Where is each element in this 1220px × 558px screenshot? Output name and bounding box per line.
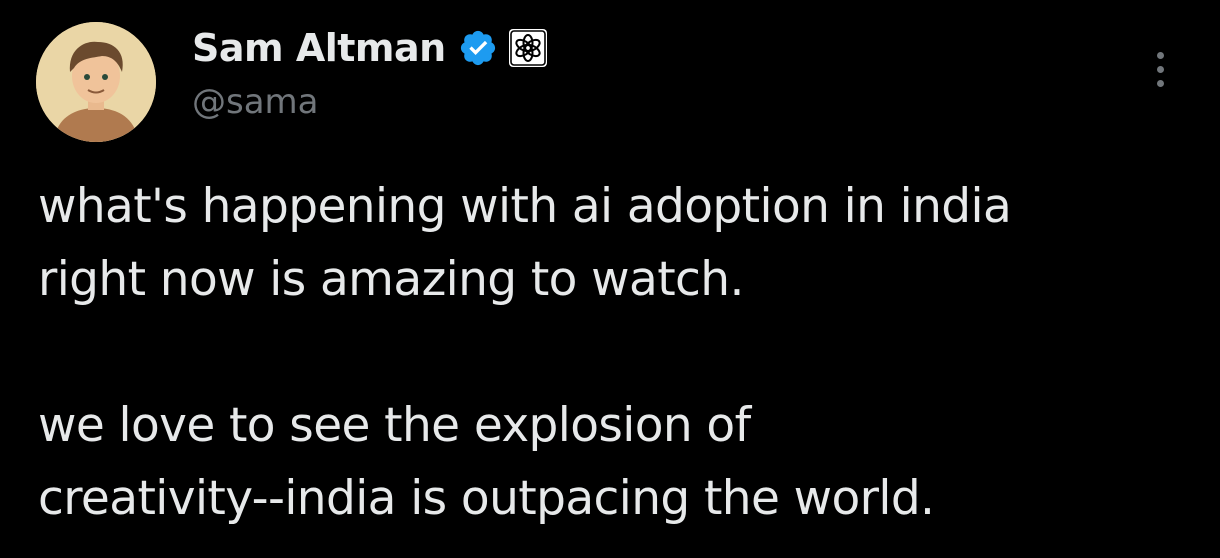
avatar-illustration [36,22,156,142]
verified-badge-icon[interactable] [458,28,498,68]
tweet-text-line: what's happening with ai adoption in ind… [38,179,1012,234]
avatar[interactable] [36,22,156,142]
tweet-header: Sam Altman @sama [192,20,548,140]
more-options-button[interactable] [1138,44,1182,94]
tweet-text-line: creativity--india is outpacing the world… [38,471,935,526]
more-options-icon [1156,65,1164,73]
tweet-text: what's happening with ai adoption in ind… [38,170,1188,535]
more-options-icon [1156,79,1164,87]
name-row: Sam Altman [192,20,548,76]
tweet-text-line: we love to see the explosion of [38,398,751,453]
openai-logo-icon[interactable] [508,28,548,68]
tweet-text-line: right now is amazing to watch. [38,252,744,307]
more-options-icon [1156,51,1164,59]
tweet-card[interactable]: Sam Altman @sama what's happening with a… [0,0,1220,558]
display-name[interactable]: Sam Altman [192,26,446,70]
user-handle[interactable]: @sama [192,82,548,122]
